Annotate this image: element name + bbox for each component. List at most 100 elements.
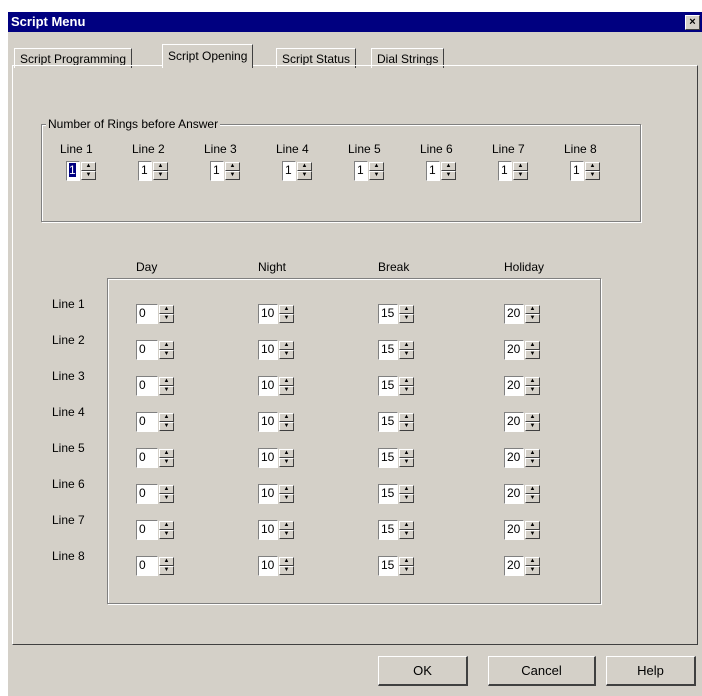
spin-up-arrow-icon[interactable]: ▲ — [399, 485, 414, 494]
spin-value-field[interactable]: 10 — [258, 340, 278, 360]
spin-value-field[interactable]: 15 — [378, 448, 398, 468]
spin-value-field[interactable]: 1 — [498, 161, 512, 181]
spin-value-field[interactable]: 1 — [354, 161, 368, 181]
spin-down-arrow-icon[interactable]: ▼ — [369, 171, 384, 180]
spin-value-field[interactable]: 0 — [136, 520, 158, 540]
spin-down-arrow-icon[interactable]: ▼ — [525, 566, 540, 575]
spin-down-arrow-icon[interactable]: ▼ — [297, 171, 312, 180]
spin-value-field[interactable]: 1 — [570, 161, 584, 181]
spin-up-arrow-icon[interactable]: ▲ — [279, 305, 294, 314]
spin-up-arrow-icon[interactable]: ▲ — [159, 413, 174, 422]
spin-value-field[interactable]: 0 — [136, 556, 158, 576]
spin-value-field[interactable]: 1 — [426, 161, 440, 181]
spin-down-arrow-icon[interactable]: ▼ — [159, 566, 174, 575]
spin-down-arrow-icon[interactable]: ▼ — [81, 171, 96, 180]
spin-down-arrow-icon[interactable]: ▼ — [399, 530, 414, 539]
spin-value-field[interactable]: 20 — [504, 412, 524, 432]
spin-value-field[interactable]: 0 — [136, 304, 158, 324]
spin-down-arrow-icon[interactable]: ▼ — [159, 350, 174, 359]
spin-value-field[interactable]: 10 — [258, 556, 278, 576]
spin-down-arrow-icon[interactable]: ▼ — [525, 386, 540, 395]
spin-down-arrow-icon[interactable]: ▼ — [513, 171, 528, 180]
spin-up-arrow-icon[interactable]: ▲ — [585, 162, 600, 171]
spin-value-field[interactable]: 0 — [136, 448, 158, 468]
title-bar[interactable]: Script Menu × — [8, 12, 702, 32]
spin-value-field[interactable]: 10 — [258, 304, 278, 324]
spin-value-field[interactable]: 10 — [258, 520, 278, 540]
spin-down-arrow-icon[interactable]: ▼ — [159, 494, 174, 503]
spin-down-arrow-icon[interactable]: ▼ — [525, 314, 540, 323]
spin-up-arrow-icon[interactable]: ▲ — [159, 377, 174, 386]
spin-up-arrow-icon[interactable]: ▲ — [279, 377, 294, 386]
spin-value-field[interactable]: 0 — [136, 484, 158, 504]
spin-up-arrow-icon[interactable]: ▲ — [225, 162, 240, 171]
spin-value-field[interactable]: 0 — [136, 340, 158, 360]
spin-value-field[interactable]: 20 — [504, 376, 524, 396]
spin-up-arrow-icon[interactable]: ▲ — [159, 305, 174, 314]
spin-value-field[interactable]: 20 — [504, 304, 524, 324]
spin-value-field[interactable]: 15 — [378, 412, 398, 432]
spin-down-arrow-icon[interactable]: ▼ — [441, 171, 456, 180]
spin-down-arrow-icon[interactable]: ▼ — [279, 530, 294, 539]
spin-up-arrow-icon[interactable]: ▲ — [279, 521, 294, 530]
spin-up-arrow-icon[interactable]: ▲ — [369, 162, 384, 171]
spin-value-field[interactable]: 20 — [504, 484, 524, 504]
spin-value-field[interactable]: 0 — [136, 412, 158, 432]
spin-up-arrow-icon[interactable]: ▲ — [399, 413, 414, 422]
spin-value-field[interactable]: 15 — [378, 484, 398, 504]
spin-down-arrow-icon[interactable]: ▼ — [525, 458, 540, 467]
spin-up-arrow-icon[interactable]: ▲ — [399, 521, 414, 530]
spin-down-arrow-icon[interactable]: ▼ — [399, 314, 414, 323]
spin-down-arrow-icon[interactable]: ▼ — [279, 350, 294, 359]
spin-down-arrow-icon[interactable]: ▼ — [399, 350, 414, 359]
spin-value-field[interactable]: 10 — [258, 448, 278, 468]
spin-value-field[interactable]: 0 — [136, 376, 158, 396]
spin-down-arrow-icon[interactable]: ▼ — [279, 458, 294, 467]
spin-value-field[interactable]: 20 — [504, 520, 524, 540]
spin-down-arrow-icon[interactable]: ▼ — [153, 171, 168, 180]
spin-up-arrow-icon[interactable]: ▲ — [513, 162, 528, 171]
spin-up-arrow-icon[interactable]: ▲ — [399, 377, 414, 386]
spin-up-arrow-icon[interactable]: ▲ — [159, 341, 174, 350]
spin-down-arrow-icon[interactable]: ▼ — [525, 422, 540, 431]
spin-down-arrow-icon[interactable]: ▼ — [279, 494, 294, 503]
spin-value-field[interactable]: 1 — [66, 161, 80, 181]
spin-up-arrow-icon[interactable]: ▲ — [525, 341, 540, 350]
spin-up-arrow-icon[interactable]: ▲ — [81, 162, 96, 171]
spin-value-field[interactable]: 1 — [138, 161, 152, 181]
spin-down-arrow-icon[interactable]: ▼ — [159, 530, 174, 539]
spin-up-arrow-icon[interactable]: ▲ — [525, 449, 540, 458]
spin-up-arrow-icon[interactable]: ▲ — [279, 485, 294, 494]
spin-up-arrow-icon[interactable]: ▲ — [159, 485, 174, 494]
spin-up-arrow-icon[interactable]: ▲ — [525, 377, 540, 386]
spin-up-arrow-icon[interactable]: ▲ — [525, 557, 540, 566]
spin-up-arrow-icon[interactable]: ▲ — [279, 449, 294, 458]
cancel-button[interactable]: Cancel — [488, 656, 596, 686]
spin-up-arrow-icon[interactable]: ▲ — [399, 557, 414, 566]
spin-up-arrow-icon[interactable]: ▲ — [159, 449, 174, 458]
spin-up-arrow-icon[interactable]: ▲ — [159, 521, 174, 530]
spin-down-arrow-icon[interactable]: ▼ — [279, 314, 294, 323]
spin-down-arrow-icon[interactable]: ▼ — [399, 566, 414, 575]
spin-down-arrow-icon[interactable]: ▼ — [399, 458, 414, 467]
spin-up-arrow-icon[interactable]: ▲ — [153, 162, 168, 171]
spin-value-field[interactable]: 15 — [378, 376, 398, 396]
spin-down-arrow-icon[interactable]: ▼ — [525, 494, 540, 503]
spin-value-field[interactable]: 10 — [258, 376, 278, 396]
spin-value-field[interactable]: 20 — [504, 556, 524, 576]
spin-down-arrow-icon[interactable]: ▼ — [159, 422, 174, 431]
spin-value-field[interactable]: 15 — [378, 304, 398, 324]
spin-down-arrow-icon[interactable]: ▼ — [159, 458, 174, 467]
spin-value-field[interactable]: 1 — [282, 161, 296, 181]
spin-up-arrow-icon[interactable]: ▲ — [279, 413, 294, 422]
spin-value-field[interactable]: 1 — [210, 161, 224, 181]
spin-down-arrow-icon[interactable]: ▼ — [279, 566, 294, 575]
spin-down-arrow-icon[interactable]: ▼ — [585, 171, 600, 180]
spin-up-arrow-icon[interactable]: ▲ — [399, 305, 414, 314]
spin-value-field[interactable]: 10 — [258, 484, 278, 504]
spin-value-field[interactable]: 15 — [378, 340, 398, 360]
help-button[interactable]: Help — [606, 656, 696, 686]
close-icon[interactable]: × — [685, 15, 700, 30]
spin-up-arrow-icon[interactable]: ▲ — [279, 557, 294, 566]
spin-down-arrow-icon[interactable]: ▼ — [525, 530, 540, 539]
